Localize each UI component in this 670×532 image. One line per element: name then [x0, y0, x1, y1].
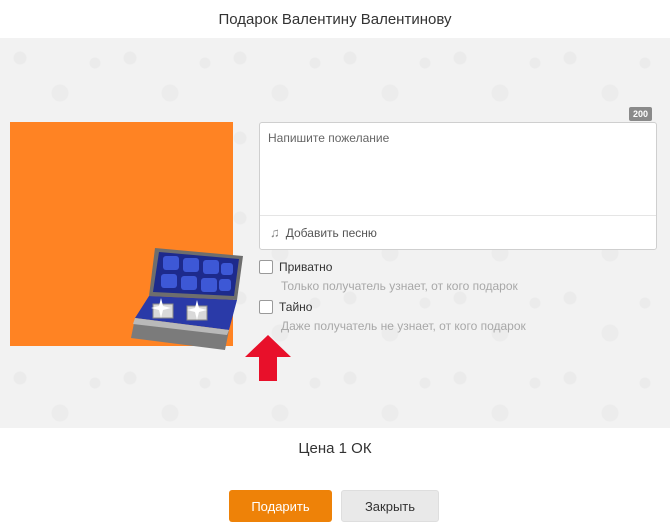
- char-counter-badge: 200: [629, 107, 653, 121]
- music-note-icon: ♫: [270, 225, 280, 240]
- option-secret: Тайно Даже получатель не узнает, от кого…: [259, 300, 526, 333]
- add-song-label: Добавить песню: [285, 225, 377, 240]
- wish-box: ♫ Добавить песню: [259, 122, 657, 250]
- secret-checkbox[interactable]: [259, 300, 273, 314]
- secret-label[interactable]: Тайно: [279, 300, 312, 314]
- gift-jewelry-box-image: [131, 248, 243, 350]
- price-label: Цена 1 ОК: [298, 440, 372, 457]
- gift-button[interactable]: Подарить: [229, 490, 332, 522]
- private-hint: Только получатель узнает, от кого подаро…: [281, 279, 518, 293]
- red-arrow-up-icon: [245, 335, 291, 381]
- close-button[interactable]: Закрыть: [341, 490, 439, 522]
- wish-textarea[interactable]: [260, 123, 656, 215]
- option-private: Приватно Только получатель узнает, от ко…: [259, 260, 518, 293]
- dialog-title: Подарок Валентину Валентинову: [218, 10, 452, 28]
- secret-hint: Даже получатель не узнает, от кого подар…: [281, 319, 526, 333]
- private-checkbox[interactable]: [259, 260, 273, 274]
- dialog-header: Подарок Валентину Валентинову: [0, 0, 670, 38]
- add-song-button[interactable]: ♫ Добавить песню: [260, 215, 656, 249]
- private-label[interactable]: Приватно: [279, 260, 332, 274]
